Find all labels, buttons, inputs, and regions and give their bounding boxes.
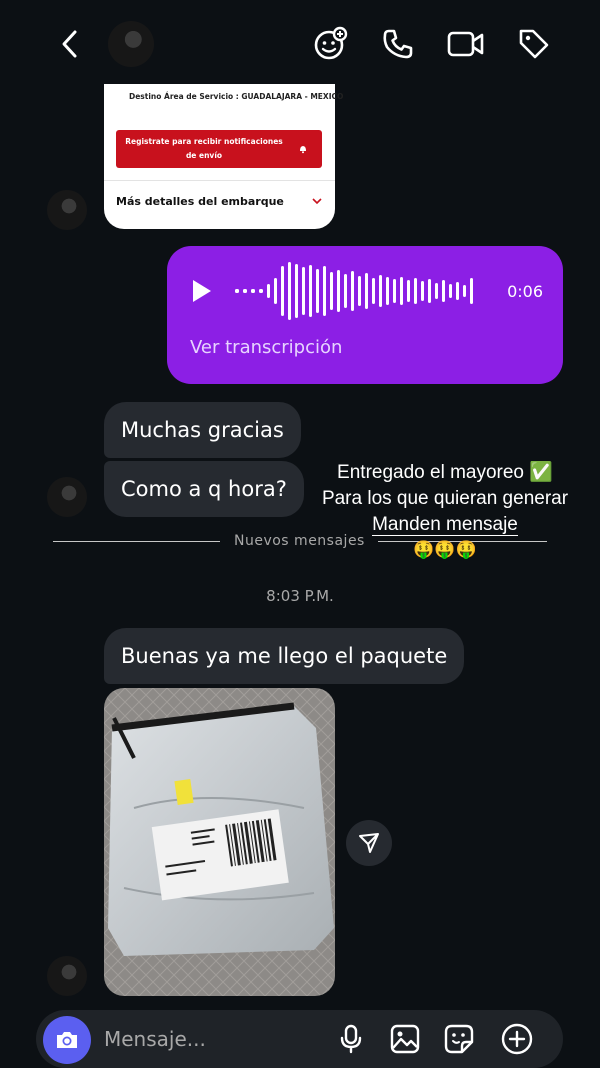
contact-avatar[interactable]	[108, 21, 154, 67]
share-button[interactable]	[346, 820, 392, 866]
play-icon[interactable]	[191, 278, 213, 304]
chevron-down-icon[interactable]	[311, 196, 323, 206]
waveform-bar	[274, 278, 277, 304]
plus-circle-icon	[501, 1023, 533, 1055]
waveform-bar	[435, 283, 438, 299]
waveform-bar	[309, 265, 312, 317]
caption-emojis: 🤑🤑🤑	[413, 540, 477, 559]
waveform-bar	[470, 278, 473, 304]
waveform-bar	[267, 284, 270, 298]
transcription-link[interactable]: Ver transcripción	[190, 337, 342, 358]
send-icon	[359, 833, 379, 853]
microphone-button[interactable]	[334, 1022, 368, 1056]
sender-avatar	[47, 190, 87, 230]
caption-highlight: Manden mensaje	[372, 514, 518, 536]
package-photo[interactable]	[104, 688, 335, 996]
caption-line: Para los que quieran generar	[321, 488, 569, 509]
camera-icon	[57, 1032, 77, 1048]
bell-icon	[300, 146, 306, 154]
divider-line-left	[53, 541, 220, 542]
back-button[interactable]	[50, 24, 90, 64]
story-caption-overlay: Entregado el mayoreo ✅ Para los que quie…	[320, 460, 570, 562]
call-button[interactable]	[378, 24, 418, 64]
message-timestamp: 8:03 P.M.	[266, 587, 334, 605]
voice-duration: 0:06	[507, 282, 543, 301]
sticker-button[interactable]	[442, 1022, 476, 1056]
waveform-bar	[463, 285, 466, 297]
waveform-bar	[259, 289, 263, 293]
notify-button-label: Registrate para recibir notificaciones d…	[125, 137, 283, 160]
waveform-bar	[344, 274, 347, 308]
waveform-bar	[386, 277, 389, 305]
waveform-bar	[295, 264, 298, 318]
package-image	[104, 688, 335, 996]
waveform-bar	[428, 279, 431, 303]
video-icon	[447, 31, 484, 57]
gallery-button[interactable]	[388, 1022, 422, 1056]
waveform-bar	[400, 277, 403, 305]
message-bubble[interactable]: Como a q hora?	[104, 461, 304, 517]
add-button[interactable]	[500, 1022, 534, 1056]
waveform-bar	[407, 280, 410, 302]
message-input[interactable]: Mensaje...	[104, 1027, 206, 1051]
chevron-left-icon	[62, 30, 77, 58]
waveform-bar	[251, 289, 255, 293]
waveform-bar	[243, 289, 247, 293]
video-effects-button[interactable]	[310, 24, 350, 64]
waveform-bar	[235, 289, 239, 293]
caption-line: Manden mensaje	[320, 512, 570, 538]
waveform-bar	[421, 281, 424, 301]
video-call-button[interactable]	[446, 24, 486, 64]
message-bubble[interactable]: Muchas gracias	[104, 402, 301, 458]
waveform-bar	[365, 273, 368, 309]
sender-avatar	[47, 956, 87, 996]
message-bubble[interactable]: Buenas ya me llego el paquete	[104, 628, 465, 684]
gallery-icon	[390, 1024, 420, 1054]
waveform-bar	[288, 262, 291, 320]
waveform-bar	[316, 269, 319, 313]
waveform-bar	[302, 267, 305, 315]
caption-line: Entregado el mayoreo ✅	[337, 462, 553, 483]
shared-shipment-card[interactable]: Destino Área de Servicio : GUADALAJARA -…	[104, 84, 343, 229]
message-composer[interactable]: Mensaje...	[36, 1010, 563, 1068]
notify-button[interactable]: Registrate para recibir notificaciones d…	[116, 130, 322, 168]
waveform	[235, 262, 473, 320]
video-effects-icon	[314, 26, 348, 60]
card-divider	[104, 180, 335, 181]
shipment-destination: Destino Área de Servicio : GUADALAJARA -…	[129, 92, 344, 101]
phone-icon	[383, 29, 413, 59]
waveform-bar	[330, 272, 333, 310]
waveform-bar	[281, 266, 284, 316]
waveform-bar	[351, 271, 354, 311]
tag-button[interactable]	[514, 24, 554, 64]
tag-icon	[519, 29, 549, 59]
waveform-bar	[323, 266, 326, 316]
waveform-bar	[449, 284, 452, 298]
more-details-link[interactable]: Más detalles del embarque	[116, 195, 284, 208]
sender-avatar	[47, 477, 87, 517]
waveform-bar	[442, 280, 445, 302]
camera-button[interactable]	[43, 1016, 91, 1064]
waveform-bar	[414, 278, 417, 304]
sticker-icon	[444, 1024, 474, 1054]
waveform-bar	[393, 279, 396, 303]
waveform-bar	[379, 275, 382, 307]
waveform-bar	[358, 276, 361, 306]
waveform-bar	[372, 278, 375, 304]
microphone-icon	[340, 1024, 362, 1054]
voice-message[interactable]: 0:06 Ver transcripción	[167, 246, 563, 384]
waveform-bar	[456, 282, 459, 300]
waveform-bar	[337, 270, 340, 312]
